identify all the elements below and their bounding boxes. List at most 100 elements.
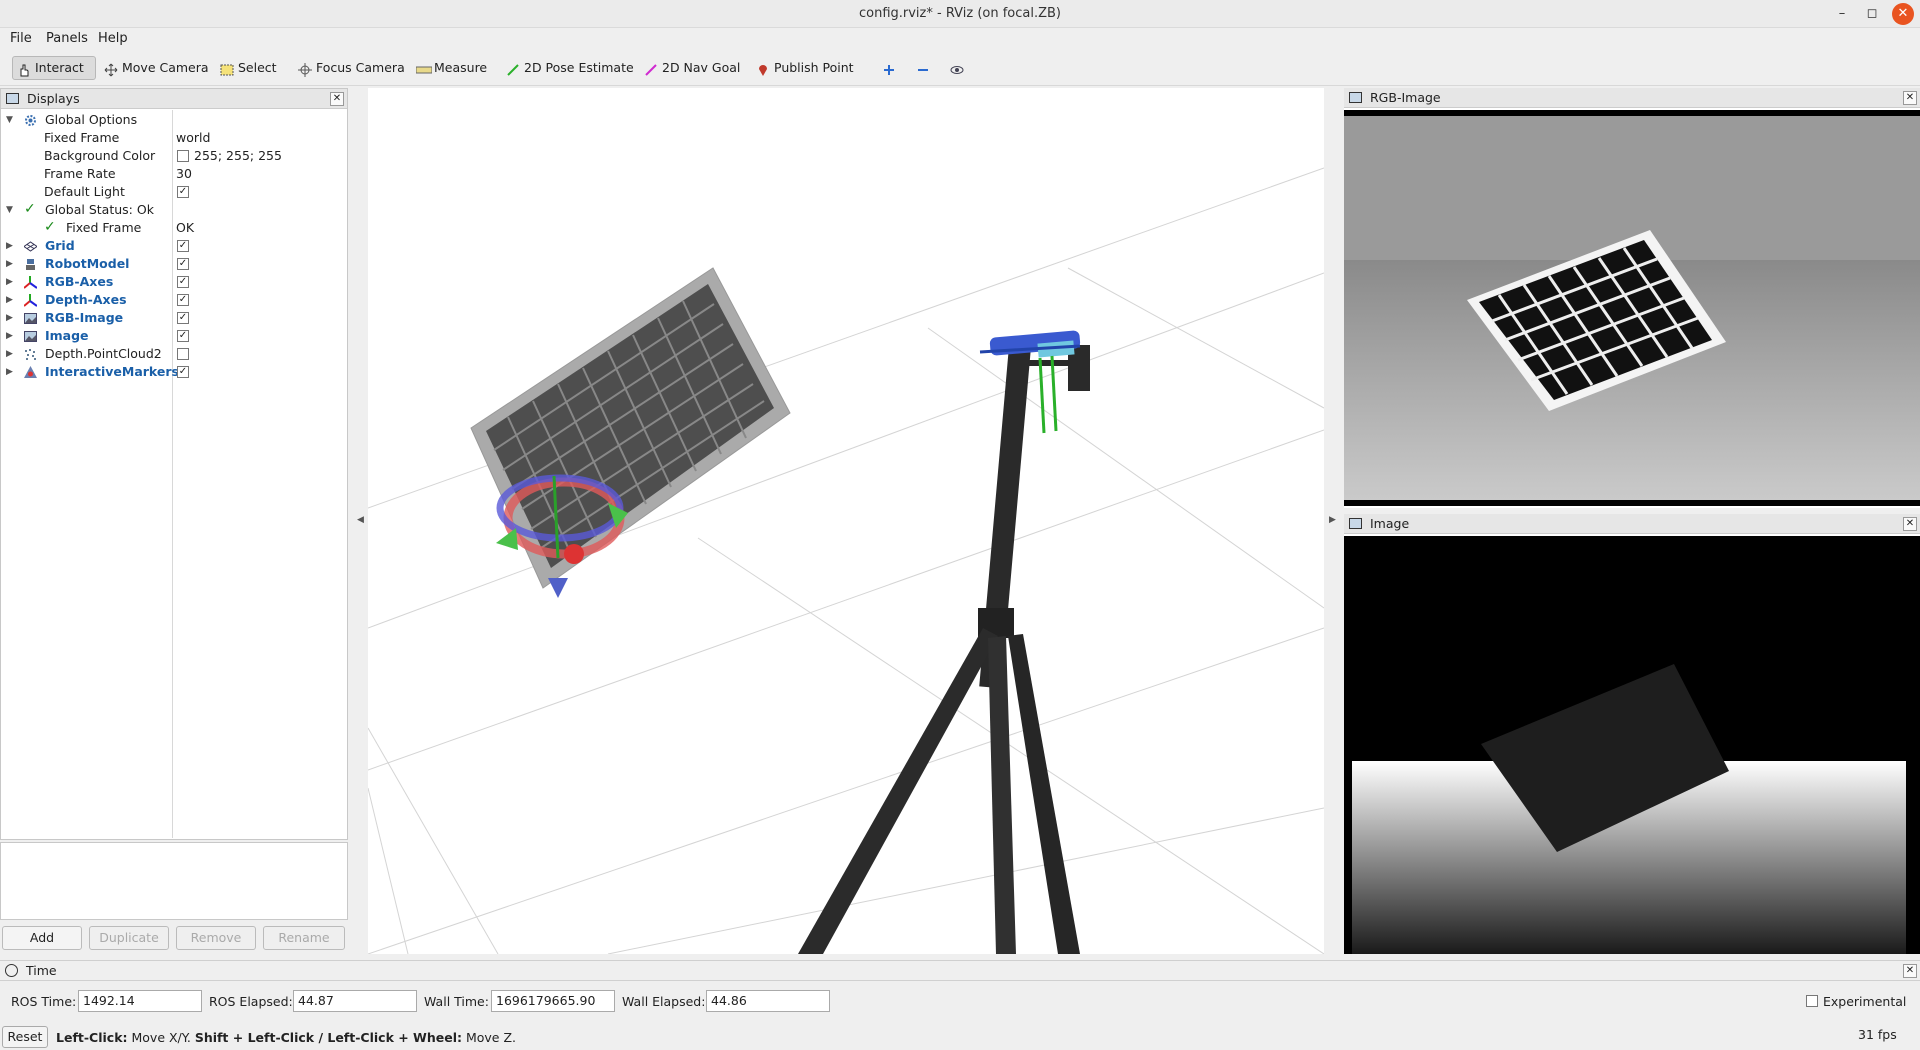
expand-arrow-icon[interactable]: ▶ <box>6 327 13 345</box>
tool-select[interactable]: Select <box>216 56 281 80</box>
tool-interact[interactable]: Interact <box>12 56 96 80</box>
depth-pointcloud2-checkbox[interactable] <box>177 348 189 360</box>
tree-label: RobotModel <box>45 256 130 271</box>
wall-time-field[interactable]: 1696179665.90 <box>491 990 615 1012</box>
tool-measure[interactable]: Measure <box>412 56 491 80</box>
tree-label: Fixed Frame <box>66 220 142 235</box>
tool-measure-label: Measure <box>434 60 488 75</box>
tree-label: Grid <box>45 238 75 253</box>
rename-button[interactable]: Rename <box>263 926 345 950</box>
reset-button[interactable]: Reset <box>2 1026 48 1048</box>
interactivemarkers-checkbox[interactable]: ✓ <box>177 366 189 378</box>
time-title: Time <box>26 963 57 978</box>
expand-arrow-icon[interactable]: ▶ <box>6 273 13 291</box>
ruler-icon <box>415 61 433 75</box>
expand-arrow-icon[interactable]: ▶ <box>6 309 13 327</box>
wall-elapsed-field[interactable]: 44.86 <box>706 990 830 1012</box>
expand-arrow-icon[interactable]: ▶ <box>6 363 13 381</box>
tree-row-depth-pointcloud2[interactable]: ▶ Depth.PointCloud2 <box>0 345 346 363</box>
menu-file[interactable]: File <box>10 31 32 46</box>
tool-publish-point[interactable]: Publish Point <box>752 56 858 80</box>
monitor-icon <box>6 93 19 104</box>
frame-rate-value[interactable]: 30 <box>176 165 192 183</box>
time-close-button[interactable]: ✕ <box>1903 964 1917 978</box>
move-arrows-icon <box>104 61 118 77</box>
image-checkbox[interactable]: ✓ <box>177 330 189 342</box>
menu-panels[interactable]: Panels <box>46 31 88 46</box>
expand-arrow-icon[interactable]: ▶ <box>6 237 13 255</box>
color-swatch[interactable] <box>177 150 189 162</box>
tree-row-image[interactable]: ▶ Image ✓ <box>0 327 346 345</box>
ground-grid <box>368 167 1324 954</box>
marker-icon <box>24 366 37 379</box>
menu-help[interactable]: Help <box>98 31 128 46</box>
tool-2d-pose-estimate-label: 2D Pose Estimate <box>524 60 634 75</box>
tree-row-rgb-axes[interactable]: ▶ RGB-Axes ✓ <box>0 273 346 291</box>
displays-close-button[interactable]: ✕ <box>330 92 344 106</box>
pointcloud-icon <box>24 348 37 361</box>
render-3d-view[interactable] <box>368 88 1324 954</box>
tree-row-default-light[interactable]: Default Light ✓ <box>0 183 346 201</box>
axes-icon <box>23 276 38 289</box>
tree-label: Image <box>45 328 89 343</box>
ros-elapsed-field[interactable]: 44.87 <box>293 990 417 1012</box>
fixed-frame-value[interactable]: world <box>176 129 210 147</box>
expand-arrow-icon[interactable]: ▶ <box>6 291 13 309</box>
scene-canvas[interactable] <box>368 88 1324 954</box>
tree-row-status-fixed-frame[interactable]: ✓ Fixed Frame OK <box>0 219 346 237</box>
left-collapse-handle[interactable]: ◀ <box>357 515 364 525</box>
focus-crosshair-icon <box>298 61 312 77</box>
tree-row-robotmodel[interactable]: ▶ RobotModel ✓ <box>0 255 346 273</box>
expand-arrow-icon[interactable]: ▶ <box>6 345 13 363</box>
status-hint: Left-Click: Move X/Y. Shift + Left-Click… <box>56 1030 516 1045</box>
tool-interact-label: Interact <box>35 60 84 75</box>
minimize-button[interactable]: – <box>1832 4 1852 24</box>
tree-row-grid[interactable]: ▶ Grid ✓ <box>0 237 346 255</box>
view-options-button[interactable] <box>946 56 968 80</box>
grid-checkbox[interactable]: ✓ <box>177 240 189 252</box>
default-light-checkbox[interactable]: ✓ <box>177 186 189 198</box>
collapse-arrow-icon[interactable]: ▼ <box>6 201 13 219</box>
rgb-image-close-button[interactable]: ✕ <box>1903 91 1917 105</box>
image-close-button[interactable]: ✕ <box>1903 517 1917 531</box>
add-display-button[interactable]: Add <box>2 926 82 950</box>
tree-label: Fixed Frame <box>44 130 120 145</box>
maximize-button[interactable]: ◻ <box>1862 4 1882 24</box>
select-box-icon <box>220 61 234 76</box>
tool-move-camera[interactable]: Move Camera <box>100 56 213 80</box>
remove-button[interactable]: Remove <box>176 926 256 950</box>
rgb-image-panel: RGB-Image ✕ <box>1344 88 1920 508</box>
tool-focus-camera-label: Focus Camera <box>316 60 405 75</box>
ros-time-field[interactable]: 1492.14 <box>78 990 202 1012</box>
tree-row-global-options[interactable]: ▼ Global Options <box>0 111 346 129</box>
right-collapse-handle[interactable]: ▶ <box>1329 515 1336 525</box>
tree-label: Frame Rate <box>44 166 116 181</box>
experimental-checkbox[interactable] <box>1806 995 1818 1007</box>
hint-key-2: Shift + Left-Click / Left-Click + Wheel: <box>194 1030 462 1045</box>
rgb-image-checkbox[interactable]: ✓ <box>177 312 189 324</box>
tree-row-frame-rate[interactable]: Frame Rate 30 <box>0 165 346 183</box>
background-color-value[interactable]: 255; 255; 255 <box>194 147 282 165</box>
tree-label: Depth-Axes <box>45 292 127 307</box>
tree-row-interactivemarkers[interactable]: ▶ InteractiveMarkers ✓ <box>0 363 346 381</box>
wall-elapsed-label: Wall Elapsed: <box>622 994 706 1009</box>
tripod-camera-model <box>798 330 1090 954</box>
expand-arrow-icon[interactable]: ▶ <box>6 255 13 273</box>
tree-row-fixed-frame[interactable]: Fixed Frame world <box>0 129 346 147</box>
depth-axes-checkbox[interactable]: ✓ <box>177 294 189 306</box>
tool-2d-pose-estimate[interactable]: 2D Pose Estimate <box>502 56 638 80</box>
tree-row-rgb-image[interactable]: ▶ RGB-Image ✓ <box>0 309 346 327</box>
robotmodel-checkbox[interactable]: ✓ <box>177 258 189 270</box>
rgb-axes-checkbox[interactable]: ✓ <box>177 276 189 288</box>
remove-tool-button[interactable] <box>912 56 934 80</box>
tree-row-depth-axes[interactable]: ▶ Depth-Axes ✓ <box>0 291 346 309</box>
hint-key-1: Left-Click: <box>56 1030 128 1045</box>
add-tool-button[interactable] <box>878 56 900 80</box>
close-window-button[interactable]: ✕ <box>1892 3 1914 25</box>
tool-2d-nav-goal[interactable]: 2D Nav Goal <box>640 56 744 80</box>
duplicate-button[interactable]: Duplicate <box>89 926 169 950</box>
tree-row-background-color[interactable]: Background Color 255; 255; 255 <box>0 147 346 165</box>
tool-focus-camera[interactable]: Focus Camera <box>294 56 409 80</box>
collapse-arrow-icon[interactable]: ▼ <box>6 111 13 129</box>
tree-row-global-status[interactable]: ▼ ✓ Global Status: Ok <box>0 201 346 219</box>
